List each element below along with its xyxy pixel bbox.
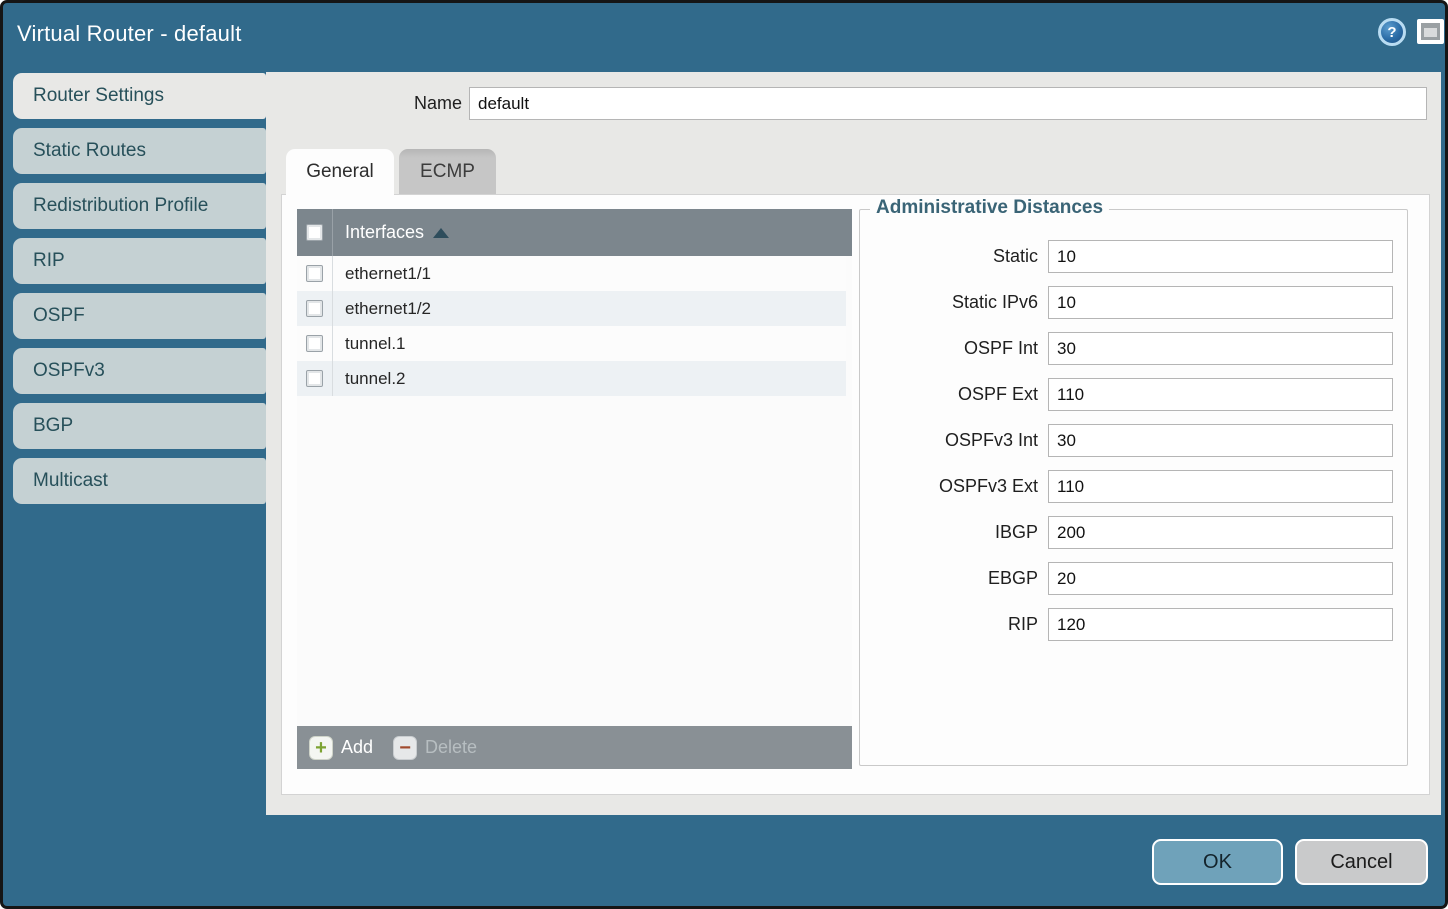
interface-name: tunnel.1 bbox=[345, 334, 406, 354]
row-checkbox[interactable] bbox=[306, 335, 323, 352]
sidebar-item-router-settings[interactable]: Router Settings bbox=[13, 73, 266, 119]
tab-label: General bbox=[306, 161, 374, 183]
add-button-label: Add bbox=[341, 737, 373, 758]
tab-ecmp[interactable]: ECMP bbox=[399, 149, 496, 194]
ebgp-distance-input[interactable] bbox=[1048, 562, 1393, 595]
field-label: IBGP bbox=[860, 522, 1048, 543]
field-label: OSPF Ext bbox=[860, 384, 1048, 405]
scrollbar-track[interactable] bbox=[846, 256, 852, 396]
ospfv3-int-distance-input[interactable] bbox=[1048, 424, 1393, 457]
ok-button[interactable]: OK bbox=[1152, 839, 1283, 885]
fieldset-legend: Administrative Distances bbox=[870, 197, 1109, 219]
ok-button-label: OK bbox=[1203, 851, 1232, 874]
delete-button[interactable]: − Delete bbox=[393, 736, 477, 760]
interfaces-column-header[interactable]: Interfaces bbox=[345, 222, 449, 243]
sidebar-item-ospf[interactable]: OSPF bbox=[13, 293, 266, 339]
field-label: Static IPv6 bbox=[860, 292, 1048, 313]
sidebar-item-label: Redistribution Profile bbox=[33, 195, 208, 217]
field-label: EBGP bbox=[860, 568, 1048, 589]
field-label: OSPF Int bbox=[860, 338, 1048, 359]
interfaces-table-header: Interfaces bbox=[297, 209, 852, 256]
minimize-icon-inner bbox=[1421, 23, 1440, 40]
form-row: OSPF Int bbox=[860, 332, 1407, 365]
table-row[interactable]: tunnel.1 bbox=[297, 326, 852, 361]
sidebar-item-ospfv3[interactable]: OSPFv3 bbox=[13, 348, 266, 394]
form-row: IBGP bbox=[860, 516, 1407, 549]
table-row[interactable]: ethernet1/1 bbox=[297, 256, 852, 291]
row-checkbox-cell bbox=[297, 291, 333, 326]
sidebar-item-redistribution-profile[interactable]: Redistribution Profile bbox=[13, 183, 266, 229]
form-row: EBGP bbox=[860, 562, 1407, 595]
ospf-int-distance-input[interactable] bbox=[1048, 332, 1393, 365]
virtual-router-dialog: Virtual Router - default ? Router Settin… bbox=[0, 0, 1448, 909]
tab-label: ECMP bbox=[420, 161, 475, 183]
form-row: Static IPv6 bbox=[860, 286, 1407, 319]
sidebar-item-label: OSPFv3 bbox=[33, 360, 105, 382]
form-row: OSPF Ext bbox=[860, 378, 1407, 411]
sidebar-item-label: Static Routes bbox=[33, 140, 146, 162]
row-checkbox-cell bbox=[297, 326, 333, 361]
name-label: Name bbox=[343, 87, 462, 120]
tab-general[interactable]: General bbox=[286, 149, 394, 195]
general-tab-panel: Interfaces ethernet1/1 ethernet1/2 tunne… bbox=[281, 194, 1430, 795]
form-row: RIP bbox=[860, 608, 1407, 641]
sidebar-item-label: Multicast bbox=[33, 470, 108, 492]
row-checkbox[interactable] bbox=[306, 300, 323, 317]
interfaces-column-label: Interfaces bbox=[345, 222, 424, 243]
form-row: OSPFv3 Int bbox=[860, 424, 1407, 457]
interfaces-table: Interfaces ethernet1/1 ethernet1/2 tunne… bbox=[297, 209, 852, 769]
help-icon-glyph: ? bbox=[1387, 24, 1396, 41]
table-row[interactable]: tunnel.2 bbox=[297, 361, 852, 396]
add-button[interactable]: + Add bbox=[309, 736, 373, 760]
ospfv3-ext-distance-input[interactable] bbox=[1048, 470, 1393, 503]
sidebar-item-rip[interactable]: RIP bbox=[13, 238, 266, 284]
field-label: RIP bbox=[860, 614, 1048, 635]
interface-name: ethernet1/2 bbox=[345, 299, 431, 319]
form-row: OSPFv3 Ext bbox=[860, 470, 1407, 503]
row-checkbox[interactable] bbox=[306, 370, 323, 387]
rip-distance-input[interactable] bbox=[1048, 608, 1393, 641]
ibgp-distance-input[interactable] bbox=[1048, 516, 1393, 549]
cancel-button-label: Cancel bbox=[1330, 851, 1392, 874]
static-ipv6-distance-input[interactable] bbox=[1048, 286, 1393, 319]
row-checkbox-cell bbox=[297, 361, 333, 396]
administrative-distances-fieldset: Administrative Distances Static Static I… bbox=[859, 209, 1408, 766]
sidebar-item-label: Router Settings bbox=[33, 85, 164, 107]
interface-name: tunnel.2 bbox=[345, 369, 406, 389]
dialog-title: Virtual Router - default bbox=[17, 21, 242, 47]
select-all-cell bbox=[297, 209, 333, 256]
field-label: OSPFv3 Int bbox=[860, 430, 1048, 451]
sort-ascending-icon bbox=[433, 228, 449, 238]
sidebar-item-label: RIP bbox=[33, 250, 65, 272]
ospf-ext-distance-input[interactable] bbox=[1048, 378, 1393, 411]
select-all-checkbox[interactable] bbox=[306, 224, 323, 241]
sidebar-item-multicast[interactable]: Multicast bbox=[13, 458, 266, 504]
field-label: Static bbox=[860, 246, 1048, 267]
delete-button-label: Delete bbox=[425, 737, 477, 758]
sidebar-item-bgp[interactable]: BGP bbox=[13, 403, 266, 449]
static-distance-input[interactable] bbox=[1048, 240, 1393, 273]
minus-icon: − bbox=[393, 736, 417, 760]
sidebar-item-label: OSPF bbox=[33, 305, 85, 327]
table-row[interactable]: ethernet1/2 bbox=[297, 291, 852, 326]
row-checkbox-cell bbox=[297, 256, 333, 291]
help-icon[interactable]: ? bbox=[1378, 18, 1406, 46]
field-label: OSPFv3 Ext bbox=[860, 476, 1048, 497]
table-empty-area bbox=[297, 396, 852, 726]
cancel-button[interactable]: Cancel bbox=[1295, 839, 1428, 885]
minimize-icon[interactable] bbox=[1417, 19, 1444, 44]
sidebar-item-label: BGP bbox=[33, 415, 73, 437]
interface-name: ethernet1/1 bbox=[345, 264, 431, 284]
plus-icon: + bbox=[309, 736, 333, 760]
title-bar: Virtual Router - default ? bbox=[3, 3, 1445, 72]
sidebar-item-static-routes[interactable]: Static Routes bbox=[13, 128, 266, 174]
table-footer: + Add − Delete bbox=[297, 726, 852, 769]
minimize-icon-pane bbox=[1424, 28, 1437, 37]
row-checkbox[interactable] bbox=[306, 265, 323, 282]
name-input[interactable] bbox=[469, 87, 1427, 120]
form-row: Static bbox=[860, 240, 1407, 273]
